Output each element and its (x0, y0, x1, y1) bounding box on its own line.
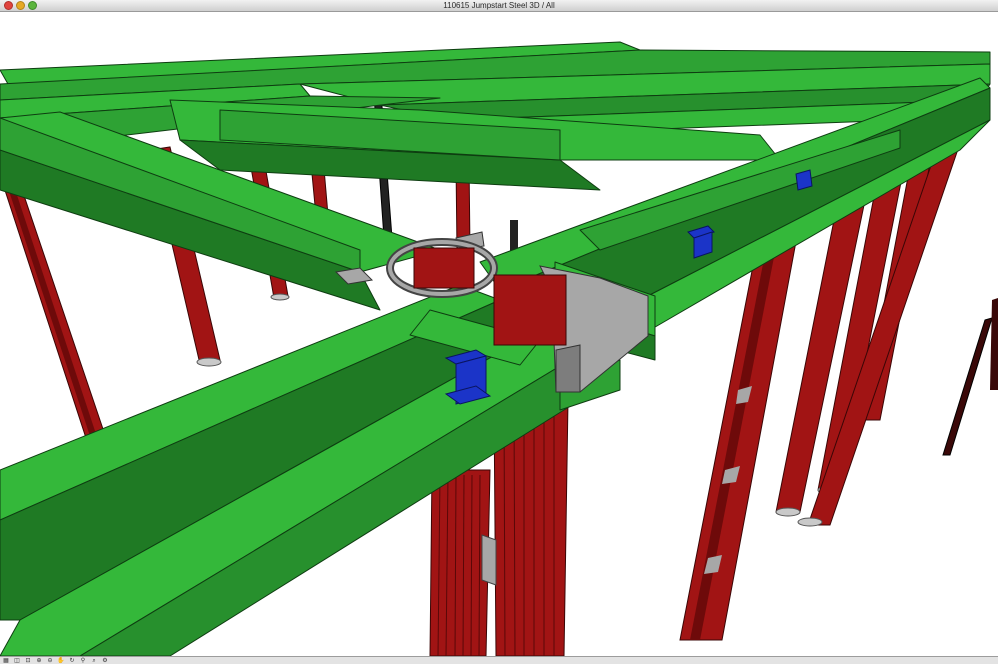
pan-icon[interactable]: ✋ (57, 658, 65, 664)
view-toolbar: ▦ ◫ ⊡ ⊕ ⊖ ✋ ↻ ⚲ ⌕ ⚙ (0, 656, 998, 664)
window-title: 110615 Jumpstart Steel 3D / All (443, 1, 555, 10)
walk-icon[interactable]: ⚲ (79, 658, 87, 664)
zoom-fit-icon[interactable]: ◫ (13, 658, 21, 664)
settings-icon[interactable]: ⚙ (101, 658, 109, 664)
grid-icon[interactable]: ▦ (2, 658, 10, 664)
steel-structure-model[interactable] (0, 12, 998, 657)
title-bar[interactable]: 110615 Jumpstart Steel 3D / All (0, 0, 998, 12)
app-window: 110615 Jumpstart Steel 3D / All ▦ ◫ ⊡ ⊕ … (0, 0, 998, 664)
magnify-icon[interactable]: ⌕ (90, 658, 98, 664)
zoom-in-icon[interactable]: ⊕ (35, 658, 43, 664)
zoom-out-icon[interactable]: ⊖ (46, 658, 54, 664)
3d-viewport[interactable] (0, 12, 998, 657)
orbit-icon[interactable]: ↻ (68, 658, 76, 664)
zoom-window-icon[interactable]: ⊡ (24, 658, 32, 664)
